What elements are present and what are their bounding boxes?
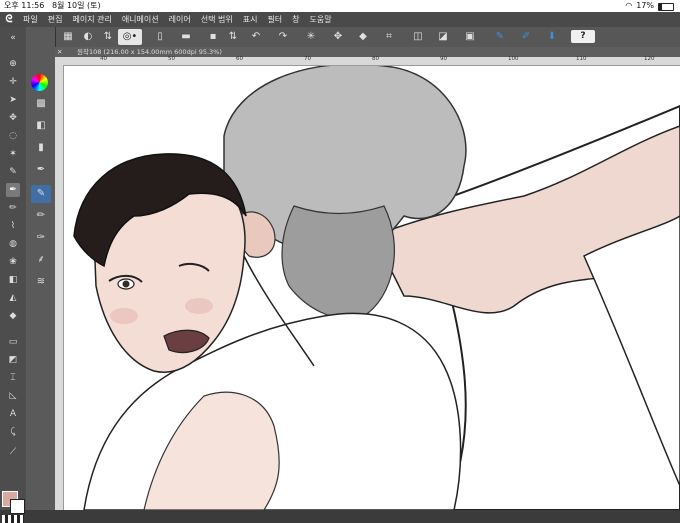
airbrush-icon[interactable]: ◍ bbox=[6, 237, 20, 251]
help-button[interactable]: ? bbox=[571, 30, 595, 43]
material-icon[interactable]: ▮ bbox=[31, 139, 51, 157]
app-logo-icon[interactable]: ᘓ bbox=[0, 12, 18, 27]
menu-bar: ᘓ 파일 편집 페이지 관리 애니메이션 레이어 선택 범위 표시 필터 창 도… bbox=[0, 12, 680, 27]
blend-icon[interactable]: ◭ bbox=[6, 291, 20, 305]
ruler-label: 70 bbox=[304, 56, 311, 62]
figure-icon[interactable]: ◩ bbox=[6, 353, 20, 367]
move-icon[interactable]: ✛ bbox=[6, 75, 20, 89]
status-date: 8월 10일 (토) bbox=[51, 1, 101, 10]
drawing-canvas[interactable] bbox=[64, 66, 680, 510]
status-time: 오후 11:56 bbox=[4, 1, 45, 10]
correction-icon[interactable]: ⟋ bbox=[6, 445, 20, 459]
menu-layer[interactable]: 레이어 bbox=[164, 12, 196, 27]
ios-status-bar: 오후 11:56 8월 10일 (토) ◠ 17% bbox=[0, 0, 680, 12]
illustration-artwork bbox=[73, 66, 680, 510]
ruler-tool-icon[interactable]: ◺ bbox=[6, 389, 20, 403]
ruler-label: 60 bbox=[236, 56, 243, 62]
color-wheel-icon[interactable] bbox=[31, 74, 48, 91]
tool-palette: « ⊕ ✛ ➤ ✥ ◌ ✶ ✎ ✒ ✏ ⌇ ◍ ❀ ◧ ◭ ◆ ▭ ◩ ⌶ ◺ … bbox=[0, 27, 27, 523]
gradient-icon[interactable]: ▭ bbox=[6, 335, 20, 349]
spiral-icon[interactable]: ◎• bbox=[118, 29, 142, 45]
eraser-icon[interactable]: ◆ bbox=[355, 29, 371, 45]
wifi-icon: ◠ bbox=[625, 1, 633, 10]
layer-palette-icon[interactable]: ◧ bbox=[31, 117, 51, 135]
menu-animation[interactable]: 애니메이션 bbox=[117, 12, 164, 27]
pen-subtool-icon[interactable]: ✒ bbox=[31, 161, 51, 179]
frame-icon[interactable]: ⌶ bbox=[6, 371, 20, 385]
effect-line-icon[interactable]: ⸙ bbox=[31, 251, 51, 269]
move-layer-icon[interactable]: ✥ bbox=[6, 111, 20, 125]
menu-page-management[interactable]: 페이지 관리 bbox=[67, 12, 116, 27]
transparent-color-swatch[interactable] bbox=[2, 515, 24, 523]
redo-icon[interactable]: ↷ bbox=[275, 29, 291, 45]
background-color-swatch[interactable] bbox=[10, 499, 25, 514]
pen-icon[interactable]: ✐ bbox=[518, 29, 534, 45]
battery-percent: 17% bbox=[636, 1, 654, 10]
ruler-label: 90 bbox=[440, 56, 447, 62]
lasso-icon[interactable]: ◌ bbox=[6, 129, 20, 143]
text-tool-icon[interactable]: A bbox=[6, 407, 20, 421]
sub-tool-palette: ▩ ◧ ▮ ✒ ✐ ✎ ✏ ✑ ⸙ ≋ bbox=[26, 27, 56, 510]
status-right: ◠ 17% bbox=[625, 0, 674, 12]
rotate-icon[interactable]: ◐ bbox=[80, 29, 96, 45]
new-page-icon[interactable]: ▯ bbox=[152, 29, 168, 45]
marker-subtool-icon[interactable]: ✏ bbox=[31, 207, 51, 225]
color-set-icon[interactable]: ▩ bbox=[31, 95, 51, 113]
decoration-icon[interactable]: ❀ bbox=[6, 255, 20, 269]
eraser-tool-icon[interactable]: ◧ bbox=[6, 273, 20, 287]
document-title: 원작108 (216.00 x 154.00mm 600dpi 95.3%) bbox=[77, 48, 222, 56]
collapse-icon[interactable]: « bbox=[6, 31, 20, 45]
balloon-icon[interactable]: ⤹ bbox=[6, 425, 20, 439]
brush-icon[interactable]: ✎ bbox=[492, 29, 508, 45]
close-tab-icon[interactable]: ✕ bbox=[57, 47, 62, 57]
ruler-label: 40 bbox=[100, 56, 107, 62]
stroke-subtool-icon[interactable]: ≋ bbox=[31, 273, 51, 291]
pencil-icon[interactable]: ✏ bbox=[6, 201, 20, 215]
ruler-label: 80 bbox=[372, 56, 379, 62]
brush-tool-icon[interactable]: ⌇ bbox=[6, 219, 20, 233]
fill-icon[interactable]: ◪ bbox=[435, 29, 451, 45]
undo-icon[interactable]: ↶ bbox=[248, 29, 264, 45]
menu-filter[interactable]: 필터 bbox=[262, 12, 287, 27]
crop-icon[interactable]: ⌗ bbox=[381, 29, 397, 45]
eyedropper-icon[interactable]: ✎ bbox=[6, 165, 20, 179]
battery-icon bbox=[658, 3, 674, 11]
arrows-icon[interactable]: ⇅ bbox=[100, 29, 116, 45]
horizontal-ruler: 40 50 60 70 80 90 100 110 120 bbox=[55, 56, 680, 66]
grid-icon[interactable]: ▦ bbox=[60, 29, 76, 45]
menu-edit[interactable]: 편집 bbox=[43, 12, 68, 27]
zoom-icon[interactable]: ⊕ bbox=[6, 57, 20, 71]
magic-wand-icon[interactable]: ✶ bbox=[6, 147, 20, 161]
mapping-pen-icon[interactable]: ✑ bbox=[31, 229, 51, 247]
stamp-icon[interactable]: ▣ bbox=[462, 29, 478, 45]
menu-file[interactable]: 파일 bbox=[18, 12, 43, 27]
download-icon[interactable]: ⬇ bbox=[544, 29, 560, 45]
menu-view[interactable]: 표시 bbox=[238, 12, 263, 27]
menu-help[interactable]: 도움말 bbox=[305, 12, 337, 27]
status-time-date: 오후 11:56 8월 10일 (토) bbox=[4, 0, 101, 12]
pen-tool-icon[interactable]: ✒ bbox=[6, 183, 20, 197]
gpen-subtool-icon[interactable]: ✎ bbox=[31, 185, 51, 203]
fill-tool-icon[interactable]: ◆ bbox=[6, 309, 20, 323]
selection-icon[interactable]: ◫ bbox=[410, 29, 426, 45]
ruler-label: 50 bbox=[168, 56, 175, 62]
sparkle-icon[interactable]: ✳ bbox=[303, 29, 319, 45]
command-toolbar: ▦ ◐ ⇅ ◎• ▯ ▬ ▪ ⇅ ↶ ↷ ✳ ✥ ◆ ⌗ ◫ ◪ ▣ ✎ ✐ ⬇… bbox=[0, 27, 680, 48]
arrows-updown-icon[interactable]: ⇅ bbox=[225, 29, 241, 45]
menu-window[interactable]: 창 bbox=[287, 12, 304, 27]
operation-icon[interactable]: ➤ bbox=[6, 93, 20, 107]
layer-icon[interactable]: ▪ bbox=[205, 29, 221, 45]
folder-icon[interactable]: ▬ bbox=[178, 29, 194, 45]
transform-icon[interactable]: ✥ bbox=[330, 29, 346, 45]
ruler-label: 110 bbox=[576, 56, 587, 62]
menu-selection[interactable]: 선택 범위 bbox=[196, 12, 238, 27]
ruler-label: 100 bbox=[508, 56, 519, 62]
ruler-label: 120 bbox=[644, 56, 655, 62]
vertical-ruler bbox=[55, 65, 64, 510]
